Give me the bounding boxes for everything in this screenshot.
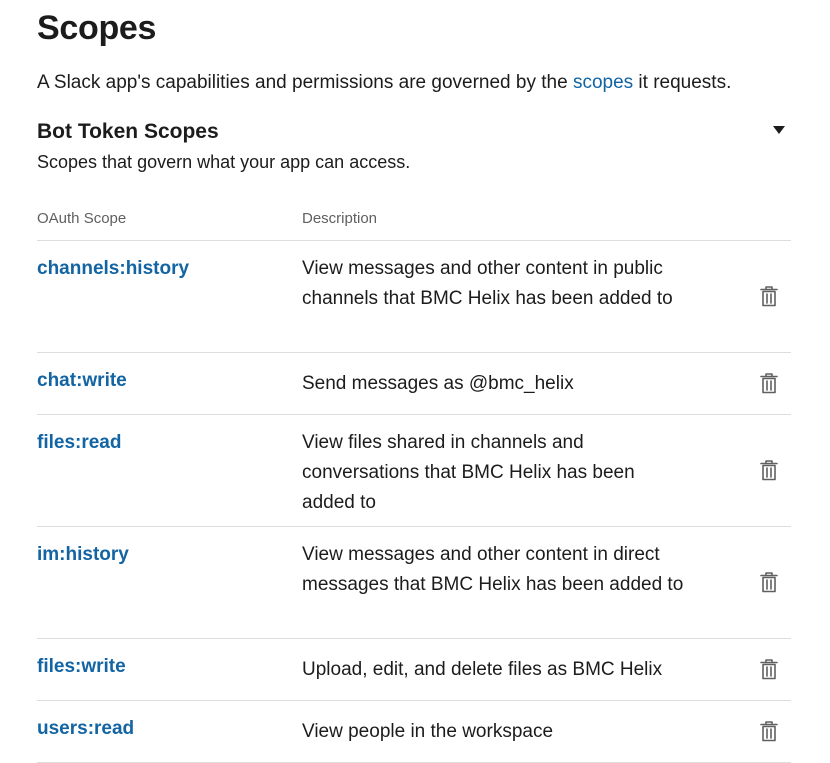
scopes-link[interactable]: scopes bbox=[573, 72, 633, 93]
trash-icon[interactable] bbox=[759, 720, 779, 742]
scope-name-link[interactable]: chat:write bbox=[37, 368, 127, 394]
table-row: files:read View files shared in channels… bbox=[37, 415, 791, 527]
scope-name-link[interactable]: im:history bbox=[37, 542, 129, 568]
section-subtitle: Scopes that govern what your app can acc… bbox=[37, 152, 411, 172]
trash-icon[interactable] bbox=[759, 459, 779, 481]
trash-icon[interactable] bbox=[759, 372, 779, 394]
scope-description: View messages and other content in direc… bbox=[302, 544, 684, 595]
trash-icon[interactable] bbox=[759, 285, 779, 307]
scopes-table: OAuth Scope Description channels:history… bbox=[37, 200, 791, 763]
trash-icon[interactable] bbox=[759, 658, 779, 680]
page-title: Scopes bbox=[37, 9, 157, 47]
scope-description: Send messages as @bmc_helix bbox=[302, 373, 574, 394]
caret-down-icon[interactable] bbox=[773, 126, 785, 134]
table-row: chat:write Send messages as @bmc_helix bbox=[37, 353, 791, 415]
scope-name-link[interactable]: files:write bbox=[37, 654, 126, 680]
table-row: channels:history View messages and other… bbox=[37, 241, 791, 353]
scope-description: Upload, edit, and delete files as BMC He… bbox=[302, 659, 663, 680]
description-column-header: Description bbox=[302, 210, 378, 227]
table-row: im:history View messages and other conte… bbox=[37, 527, 791, 639]
section-title: Bot Token Scopes bbox=[37, 120, 219, 143]
intro-text-after: it requests. bbox=[633, 72, 732, 93]
scope-description: View people in the workspace bbox=[302, 721, 554, 742]
intro-text-before: A Slack app's capabilities and permissio… bbox=[37, 72, 573, 93]
scope-name-link[interactable]: files:read bbox=[37, 430, 121, 456]
scope-description: View files shared in channels and conver… bbox=[302, 432, 635, 513]
table-header: OAuth Scope Description bbox=[37, 200, 791, 241]
bot-token-scopes-header: Bot Token Scopes bbox=[37, 118, 791, 146]
trash-icon[interactable] bbox=[759, 571, 779, 593]
oauth-scope-column-header: OAuth Scope bbox=[37, 210, 127, 227]
table-row: files:write Upload, edit, and delete fil… bbox=[37, 639, 791, 701]
scope-name-link[interactable]: users:read bbox=[37, 716, 134, 742]
intro-text: A Slack app's capabilities and permissio… bbox=[37, 70, 731, 96]
scope-name-link[interactable]: channels:history bbox=[37, 256, 189, 282]
table-row: users:read View people in the workspace bbox=[37, 701, 791, 763]
scope-description: View messages and other content in publi… bbox=[302, 258, 673, 309]
